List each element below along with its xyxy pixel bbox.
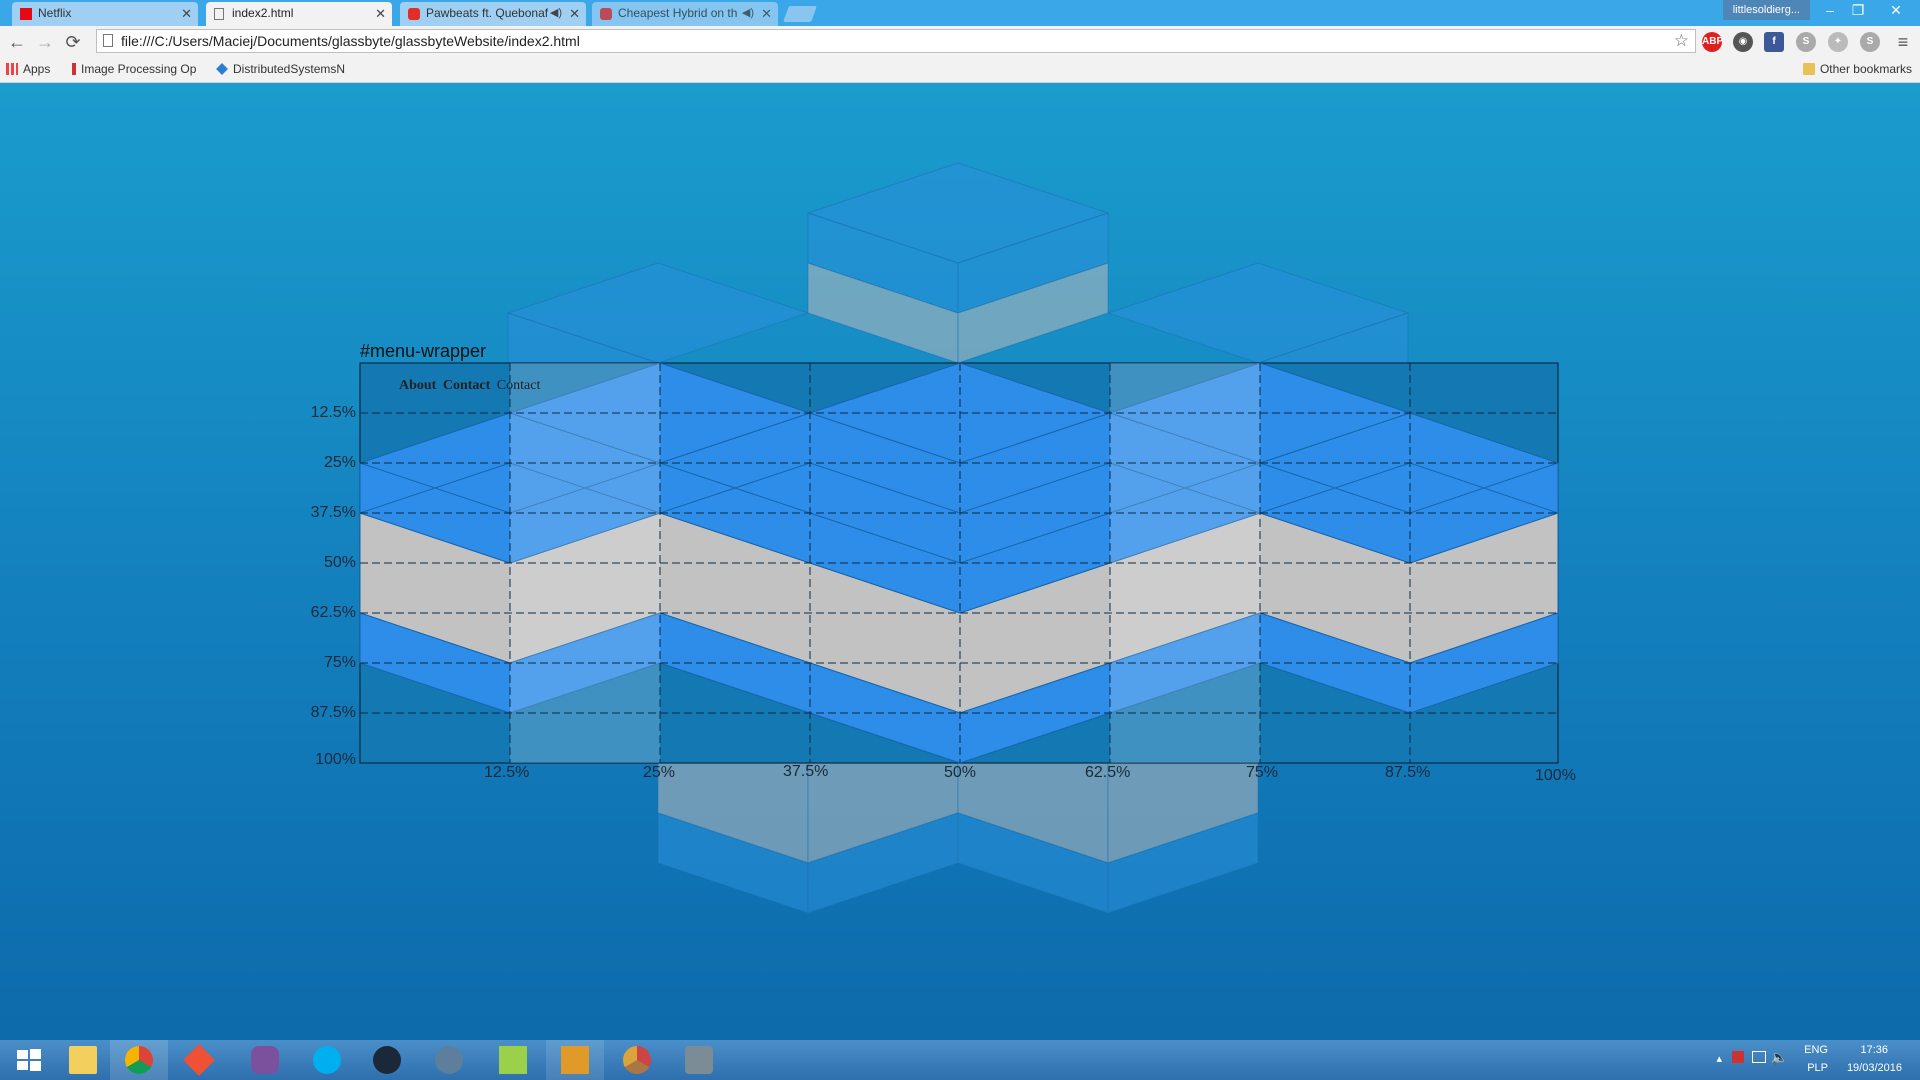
bookmark-label: DistributedSystemsN bbox=[233, 62, 346, 76]
close-tab-icon[interactable]: ✕ bbox=[375, 6, 386, 22]
bookmark-distributed-systems[interactable]: DistributedSystemsN bbox=[216, 62, 354, 76]
close-window-icon[interactable]: ✕ bbox=[1882, 0, 1910, 20]
y-label: 75% bbox=[323, 654, 356, 671]
address-bar[interactable]: file:///C:/Users/Maciej/Documents/glassb… bbox=[96, 29, 1696, 53]
menu-links: About Contact Contact bbox=[399, 378, 543, 394]
apps-grid-icon bbox=[6, 63, 18, 75]
other-bookmarks[interactable]: Other bookmarks bbox=[1802, 62, 1912, 76]
windows-taskbar: ▴ 🔈 ENG PLP 17:36 19/03/2016 bbox=[0, 1040, 1920, 1080]
clock-time[interactable]: 17:36 bbox=[1860, 1044, 1888, 1056]
game-app-icon[interactable] bbox=[670, 1040, 728, 1080]
menu-link-contact-2[interactable]: Contact bbox=[497, 378, 541, 393]
close-tab-icon[interactable]: ✕ bbox=[181, 6, 192, 22]
tab-title: Netflix bbox=[38, 6, 72, 20]
windows-start-icon[interactable] bbox=[0, 1040, 58, 1080]
skype-icon[interactable]: S bbox=[1860, 32, 1880, 52]
netflix-icon bbox=[20, 8, 32, 20]
steam-icon[interactable] bbox=[358, 1040, 416, 1080]
bookmark-apps[interactable]: Apps bbox=[6, 62, 50, 76]
profile-button[interactable]: littlesoldierg... bbox=[1722, 0, 1810, 20]
git-icon[interactable] bbox=[170, 1040, 228, 1080]
browser-toolbar: ← → ⟳ file:///C:/Users/Maciej/Documents/… bbox=[0, 26, 1920, 58]
restore-icon[interactable]: ❐ bbox=[1844, 0, 1872, 20]
menu-wrapper-label: #menu-wrapper bbox=[360, 341, 487, 361]
adblock-icon[interactable]: ABP bbox=[1702, 32, 1723, 52]
x-label: 87.5% bbox=[1385, 764, 1431, 781]
viber-icon[interactable] bbox=[236, 1040, 294, 1080]
skype-icon[interactable]: S bbox=[1796, 32, 1816, 52]
x-label: 100% bbox=[1535, 767, 1576, 784]
tab-strip: Netflix ✕ index2.html ✕ Pawbeats ft. Que… bbox=[0, 0, 1920, 26]
menu-link-contact[interactable]: Contact bbox=[443, 378, 490, 393]
menu-hamburger-icon[interactable]: ≡ bbox=[1890, 30, 1916, 54]
volume-icon[interactable]: 🔈 bbox=[1771, 1049, 1788, 1066]
close-tab-icon[interactable]: ✕ bbox=[761, 6, 772, 22]
bookmark-star-icon[interactable]: ☆ bbox=[1674, 31, 1689, 51]
x-label: 37.5% bbox=[783, 763, 829, 780]
tab-cheapest-hybrid[interactable]: Cheapest Hybrid on th ◀) ✕ bbox=[592, 2, 778, 26]
y-label: 25% bbox=[323, 454, 356, 471]
x-label: 12.5% bbox=[484, 764, 530, 781]
tab-title: Cheapest Hybrid on th bbox=[618, 6, 738, 20]
facebook-icon[interactable]: f bbox=[1764, 32, 1784, 52]
flag-icon[interactable] bbox=[1732, 1051, 1744, 1063]
file-explorer-icon[interactable] bbox=[54, 1040, 112, 1080]
x-label: 50% bbox=[944, 764, 977, 781]
x-label: 62.5% bbox=[1085, 764, 1131, 781]
x-label: 75% bbox=[1246, 764, 1279, 781]
youtube-icon bbox=[600, 8, 612, 20]
minimize-icon[interactable]: – bbox=[1816, 0, 1844, 20]
y-label: 100% bbox=[315, 751, 356, 768]
reload-icon[interactable]: ⟳ bbox=[60, 30, 86, 54]
notepad-icon[interactable] bbox=[484, 1040, 542, 1080]
teamspeak-icon[interactable] bbox=[420, 1040, 478, 1080]
isometric-cube-scene bbox=[359, 162, 1559, 914]
y-label: 87.5% bbox=[310, 704, 356, 721]
network-icon[interactable] bbox=[1752, 1051, 1766, 1063]
page-content: #menu-wrapper About Contact Contact 12.5… bbox=[0, 83, 1920, 1040]
page-icon bbox=[214, 8, 224, 20]
y-label: 50% bbox=[323, 554, 356, 571]
language-indicator[interactable]: ENG bbox=[1804, 1044, 1828, 1056]
extension-icon[interactable]: ◉ bbox=[1733, 32, 1753, 52]
chrome-canary-icon[interactable] bbox=[608, 1040, 666, 1080]
tab-index2[interactable]: index2.html ✕ bbox=[206, 2, 392, 26]
tab-pawbeats[interactable]: Pawbeats ft. Quebonaf ◀) ✕ bbox=[400, 2, 586, 26]
speaker-icon[interactable]: ◀) bbox=[550, 6, 562, 19]
youtube-icon bbox=[408, 8, 420, 20]
menu-link-about[interactable]: About bbox=[399, 378, 436, 393]
y-label: 37.5% bbox=[310, 504, 356, 521]
tab-title: index2.html bbox=[232, 6, 294, 20]
y-label: 12.5% bbox=[310, 404, 356, 421]
csgo-icon[interactable] bbox=[546, 1040, 604, 1080]
bookmark-image-processing[interactable]: Image Processing Op bbox=[72, 62, 202, 76]
tab-title: Pawbeats ft. Quebonaf bbox=[426, 6, 549, 20]
bookmarks-bar: Apps Image Processing Op DistributedSyst… bbox=[0, 58, 1920, 83]
extension-icon[interactable]: ✦ bbox=[1828, 32, 1848, 52]
speaker-icon[interactable]: ◀) bbox=[742, 6, 754, 19]
dropbox-icon bbox=[216, 63, 228, 75]
skype-icon[interactable] bbox=[298, 1040, 356, 1080]
x-label: 25% bbox=[643, 764, 676, 781]
url-text[interactable]: file:///C:/Users/Maciej/Documents/glassb… bbox=[121, 33, 580, 49]
page-info-icon[interactable] bbox=[103, 34, 113, 47]
bookmark-label: Apps bbox=[23, 62, 51, 76]
forward-arrow-icon[interactable]: → bbox=[32, 30, 58, 54]
chrome-icon[interactable] bbox=[110, 1040, 168, 1080]
close-tab-icon[interactable]: ✕ bbox=[569, 6, 580, 22]
tab-netflix[interactable]: Netflix ✕ bbox=[12, 2, 198, 26]
bookmark-page-icon bbox=[72, 63, 76, 75]
tray-arrow-icon[interactable]: ▴ bbox=[1716, 1052, 1722, 1065]
other-bookmarks-label: Other bookmarks bbox=[1819, 62, 1912, 76]
keyboard-layout[interactable]: PLP bbox=[1807, 1062, 1828, 1074]
bookmark-label: Image Processing Op bbox=[81, 62, 197, 76]
back-arrow-icon[interactable]: ← bbox=[4, 30, 30, 54]
y-label: 62.5% bbox=[310, 604, 356, 621]
new-tab-button[interactable] bbox=[783, 6, 817, 22]
clock-date[interactable]: 19/03/2016 bbox=[1847, 1062, 1902, 1074]
folder-icon bbox=[1802, 63, 1815, 75]
